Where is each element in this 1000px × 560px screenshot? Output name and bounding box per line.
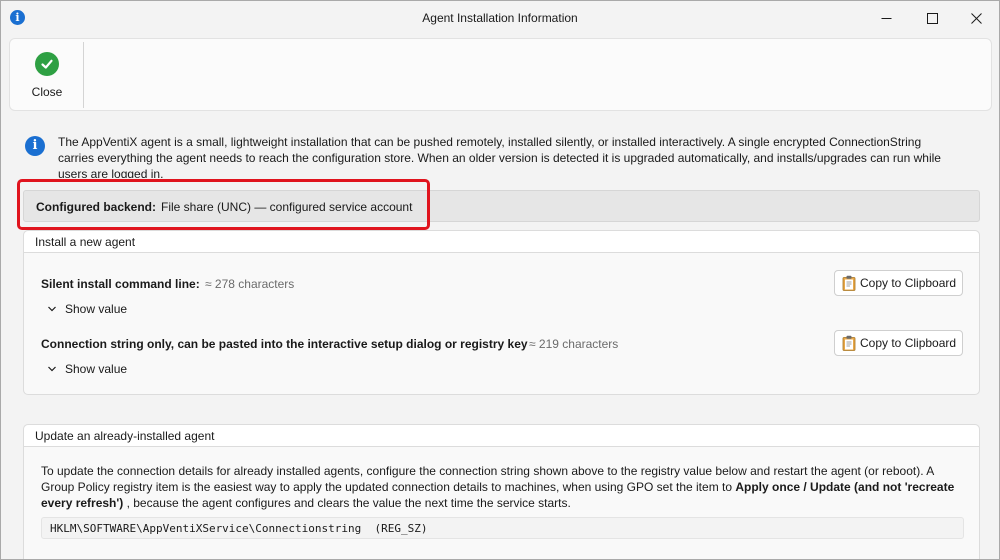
install-new-agent-group: Install a new agent Silent install comma… <box>23 230 980 395</box>
close-button-label: Close <box>31 85 63 99</box>
toolbar-divider <box>83 42 84 108</box>
connection-string-show-value[interactable]: Show value <box>47 362 127 376</box>
highlight-annotation <box>17 179 430 230</box>
silent-install-label: Silent install command line: <box>41 277 200 291</box>
silent-install-char-count: ≈ 278 characters <box>205 277 295 291</box>
group-title: Install a new agent <box>35 235 136 249</box>
show-value-label: Show value <box>65 362 128 376</box>
window-title: Agent Installation Information <box>422 11 578 25</box>
info-description: The AppVentiX agent is a small, lightwei… <box>58 135 941 178</box>
registry-path[interactable]: HKLM\SOFTWARE\AppVentiXService\Connectio… <box>41 517 964 539</box>
toolbar: Close <box>9 38 992 111</box>
copy-connection-string-button[interactable]: Copy to Clipboard <box>834 330 963 356</box>
clipboard-icon <box>842 275 856 291</box>
close-button[interactable]: Close <box>10 39 84 111</box>
update-text-part2: , because the agent configures and clear… <box>123 496 571 510</box>
close-window-button[interactable] <box>953 1 999 35</box>
silent-install-show-value[interactable]: Show value <box>47 302 127 316</box>
copy-silent-install-button[interactable]: Copy to Clipboard <box>834 270 963 296</box>
connection-string-char-count: ≈ 219 characters <box>529 337 619 351</box>
info-icon: i <box>25 136 45 156</box>
chevron-down-icon <box>48 366 56 372</box>
group-header: Update an already-installed agent <box>24 425 979 447</box>
group-title: Update an already-installed agent <box>35 429 215 443</box>
close-icon <box>970 12 982 24</box>
maximize-icon <box>926 12 938 24</box>
minimize-icon <box>881 17 891 19</box>
connection-string-label: Connection string only, can be pasted in… <box>41 337 528 351</box>
copy-label: Copy to Clipboard <box>860 276 957 290</box>
show-value-label: Show value <box>65 302 128 316</box>
update-instructions: To update the connection details for alr… <box>41 463 966 511</box>
clipboard-icon <box>842 335 856 351</box>
chevron-down-icon <box>48 306 56 312</box>
minimize-button[interactable] <box>863 1 909 35</box>
title-bar[interactable]: i Agent Installation Information <box>1 1 999 35</box>
maximize-button[interactable] <box>909 1 955 35</box>
group-header: Install a new agent <box>24 231 979 253</box>
copy-label: Copy to Clipboard <box>860 336 957 350</box>
update-agent-group: Update an already-installed agent To upd… <box>23 424 980 559</box>
check-circle-icon <box>35 52 59 76</box>
agent-installation-window: i Agent Installation Information Close i… <box>0 0 1000 560</box>
